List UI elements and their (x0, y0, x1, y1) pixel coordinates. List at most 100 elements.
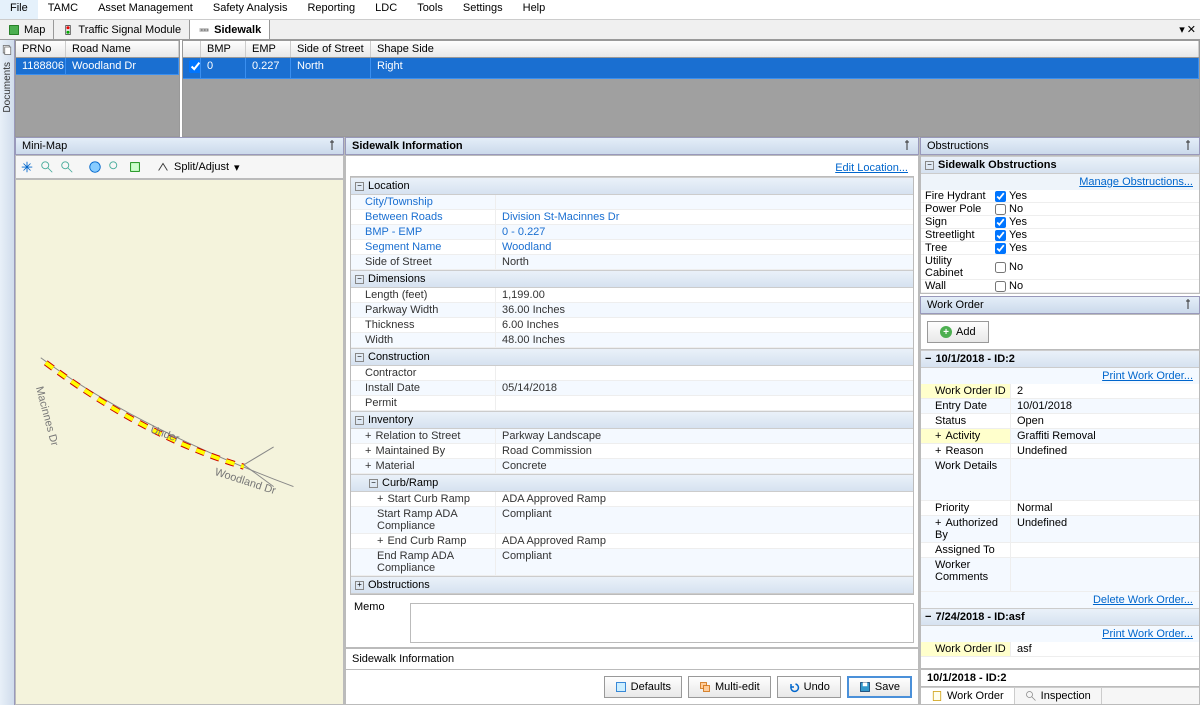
collapse-icon[interactable]: − (369, 479, 378, 488)
collapse-icon[interactable]: − (355, 353, 364, 362)
expand-icon[interactable]: + (365, 445, 371, 457)
collapse-icon[interactable]: − (355, 275, 364, 284)
obs-streetlight-check[interactable] (995, 230, 1006, 241)
menu-safety-analysis[interactable]: Safety Analysis (203, 0, 298, 19)
tab-work-order[interactable]: Work Order (921, 688, 1015, 704)
undo-icon (788, 681, 800, 693)
col-roadname[interactable]: Road Name (66, 41, 179, 57)
expand-icon[interactable]: + (365, 430, 371, 442)
obstructions-subtitle[interactable]: −Sidewalk Obstructions (921, 156, 1199, 174)
obs-tree-check[interactable] (995, 243, 1006, 254)
group-location[interactable]: −Location (351, 177, 913, 195)
pin-icon[interactable] (327, 140, 337, 150)
menu-tools[interactable]: Tools (407, 0, 453, 19)
road-grid: PRNo Road Name 1188806 Woodland Dr (15, 40, 180, 137)
wo-header-1[interactable]: −10/1/2018 - ID:2 (921, 350, 1199, 368)
segment-grid-row[interactable]: 0 0.227 North Right (183, 58, 1199, 79)
expand-icon[interactable]: + (935, 445, 941, 457)
expand-icon[interactable]: + (355, 581, 364, 590)
collapse-icon[interactable]: − (355, 182, 364, 191)
cell-side: North (291, 58, 371, 78)
col-shape[interactable]: Shape Side (371, 41, 1199, 57)
group-dimensions[interactable]: −Dimensions (351, 270, 913, 288)
expand-icon[interactable]: + (935, 517, 941, 529)
sidewalk-icon (198, 24, 210, 36)
group-inventory[interactable]: −Inventory (351, 411, 913, 429)
col-bmp[interactable]: BMP (201, 41, 246, 57)
obs-wall-check[interactable] (995, 281, 1006, 292)
pin-icon[interactable] (1183, 299, 1193, 309)
documents-icon[interactable] (1, 44, 13, 56)
expand-icon[interactable]: + (935, 430, 941, 442)
zoom-out-icon[interactable] (58, 158, 76, 176)
dropdown-arrow-icon[interactable]: ▾ (231, 161, 243, 174)
layers-icon[interactable] (126, 158, 144, 176)
globe-icon[interactable] (86, 158, 104, 176)
menu-reporting[interactable]: Reporting (297, 0, 365, 19)
obs-sign-check[interactable] (995, 217, 1006, 228)
col-prno[interactable]: PRNo (16, 41, 66, 57)
segment-grid: BMP EMP Side of Street Shape Side 0 0.22… (182, 40, 1200, 137)
cell-prno: 1188806 (16, 58, 66, 74)
defaults-button[interactable]: Defaults (604, 676, 682, 698)
pan-tool-icon[interactable] (18, 158, 36, 176)
obstructions-title: Obstructions (927, 140, 989, 152)
menu-tamc[interactable]: TAMC (38, 0, 88, 19)
zoom-in-icon[interactable] (38, 158, 56, 176)
mini-map-title: Mini-Map (22, 140, 67, 152)
print-work-order-link[interactable]: Print Work Order... (1102, 370, 1193, 382)
tab-inspection[interactable]: Inspection (1015, 688, 1102, 704)
expand-icon[interactable]: + (377, 535, 383, 547)
manage-obstructions-link[interactable]: Manage Obstructions... (1079, 176, 1193, 188)
print-work-order-link-2[interactable]: Print Work Order... (1102, 628, 1193, 640)
collapse-icon[interactable]: − (925, 353, 931, 365)
zoom-prev-icon[interactable] (106, 158, 124, 176)
undo-button[interactable]: Undo (777, 676, 841, 698)
documents-tab[interactable]: Documents (2, 62, 13, 113)
col-emp[interactable]: EMP (246, 41, 291, 57)
obs-fire-hydrant-check[interactable] (995, 191, 1006, 202)
tab-traffic-signal[interactable]: Traffic Signal Module (54, 20, 190, 39)
split-adjust-label[interactable]: Split/Adjust (174, 161, 229, 173)
work-order-title: Work Order (927, 299, 984, 311)
tab-close-icon[interactable]: ✕ (1187, 23, 1196, 36)
segment-checkbox[interactable] (189, 60, 201, 73)
menu-ldc[interactable]: LDC (365, 0, 407, 19)
col-check[interactable] (183, 41, 201, 57)
expand-icon[interactable]: + (377, 493, 383, 505)
menu-settings[interactable]: Settings (453, 0, 513, 19)
defaults-icon (615, 681, 627, 693)
tab-map[interactable]: Map (0, 20, 54, 39)
road-grid-header: PRNo Road Name (16, 41, 179, 58)
tab-dropdown-icon[interactable]: ▾ (1179, 23, 1185, 36)
collapse-icon[interactable]: − (925, 161, 934, 170)
delete-work-order-link[interactable]: Delete Work Order... (1093, 594, 1193, 606)
menu-file[interactable]: File (0, 0, 38, 19)
wo-header-2[interactable]: −7/24/2018 - ID:asf (921, 608, 1199, 626)
menu-asset-management[interactable]: Asset Management (88, 0, 203, 19)
tab-sidewalk[interactable]: Sidewalk (190, 20, 270, 39)
memo-input[interactable] (410, 603, 914, 643)
add-work-order-button[interactable]: +Add (927, 321, 989, 343)
plus-icon: + (940, 326, 952, 338)
obs-utility-cabinet-check[interactable] (995, 262, 1006, 273)
col-side[interactable]: Side of Street (291, 41, 371, 57)
mini-map-panel: Mini-Map Split/Adjust ▾ (15, 137, 345, 705)
pin-icon[interactable] (902, 140, 912, 150)
expand-icon[interactable]: + (365, 460, 371, 472)
obs-power-pole-check[interactable] (995, 204, 1006, 215)
pin-icon[interactable] (1183, 140, 1193, 150)
collapse-icon[interactable]: − (355, 416, 364, 425)
menu-help[interactable]: Help (513, 0, 556, 19)
collapse-icon[interactable]: − (925, 611, 931, 623)
group-curb-ramp[interactable]: −Curb/Ramp (351, 474, 913, 492)
split-adjust-icon[interactable] (154, 158, 172, 176)
tab-sidewalk-label: Sidewalk (214, 24, 261, 36)
multiedit-button[interactable]: Multi-edit (688, 676, 771, 698)
group-obstructions[interactable]: +Obstructions (351, 576, 913, 594)
mini-map-canvas[interactable]: Macinnes Dr Under Woodland Dr (15, 179, 344, 705)
edit-location-link[interactable]: Edit Location... (835, 162, 908, 174)
group-construction[interactable]: −Construction (351, 348, 913, 366)
road-grid-row[interactable]: 1188806 Woodland Dr (16, 58, 179, 75)
save-button[interactable]: Save (847, 676, 912, 698)
